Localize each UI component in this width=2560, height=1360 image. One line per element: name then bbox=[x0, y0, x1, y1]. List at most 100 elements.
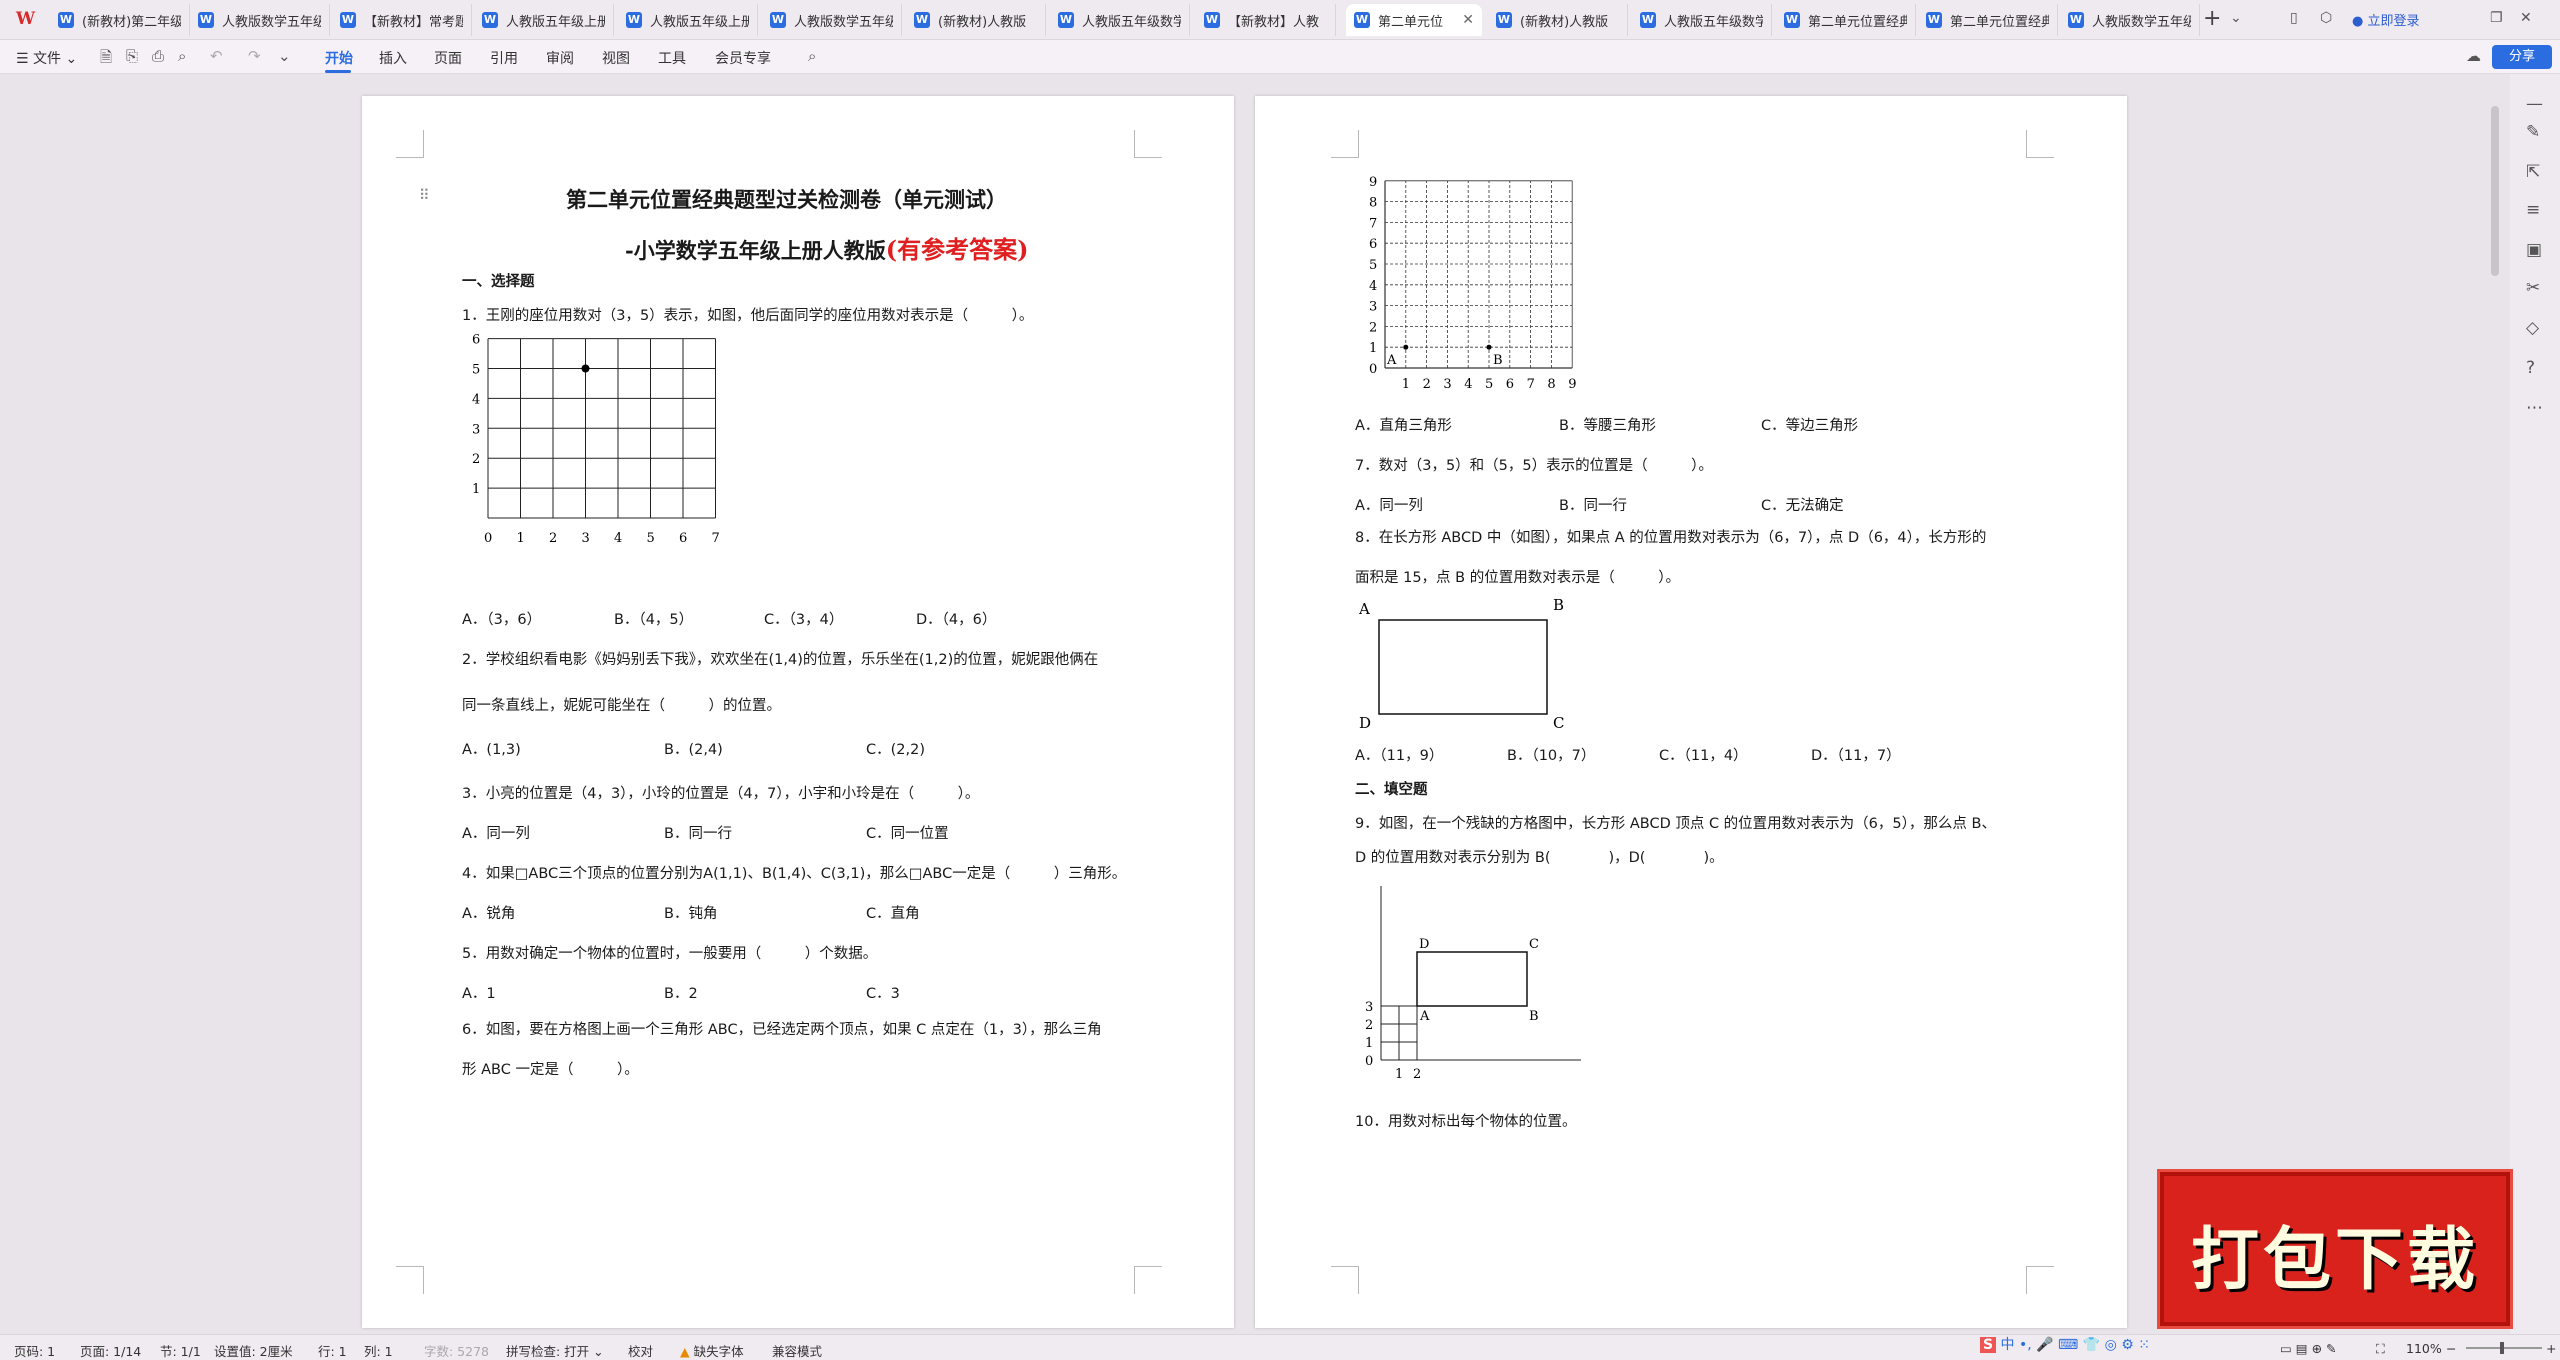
status-words[interactable]: 字数: 5278 bbox=[424, 1341, 489, 1360]
tab-document[interactable]: W (新教材)人教版 bbox=[906, 4, 1046, 36]
tab-label: 人教版数学五年级 bbox=[2092, 14, 2191, 30]
y-tick-label: 1 bbox=[1369, 341, 1377, 356]
y-tick-label: 2 bbox=[1365, 1018, 1373, 1033]
tab-document[interactable]: W 人教版五年级数学 bbox=[1632, 4, 1772, 36]
tab-document[interactable]: W 第二单元位 ✕ bbox=[1346, 4, 1482, 36]
tab-label: 人教版数学五年级 bbox=[222, 14, 321, 30]
option: C．无法确定 bbox=[1761, 498, 1844, 514]
tab-document[interactable]: W 【新教材】常考题 bbox=[332, 4, 472, 36]
menu-member[interactable]: 会员专享 bbox=[715, 48, 771, 68]
download-promo-banner[interactable]: 打包下载 bbox=[2160, 1172, 2510, 1326]
tab-label: 人教版数学五年级 bbox=[794, 14, 893, 30]
missing-font-button[interactable]: ▲ 缺失字体 bbox=[680, 1341, 744, 1360]
x-tick-label: 5 bbox=[647, 531, 655, 546]
status-page[interactable]: 页码: 1 bbox=[14, 1341, 55, 1360]
export-icon[interactable]: ⎘ bbox=[126, 47, 138, 65]
zoom-slider-thumb[interactable] bbox=[2500, 1342, 2504, 1354]
settings-icon[interactable]: ≡ bbox=[2526, 200, 2540, 220]
status-compat[interactable]: 兼容模式 bbox=[772, 1341, 822, 1360]
collapse-icon[interactable]: — bbox=[2526, 94, 2543, 114]
x-tick-label: 1 bbox=[517, 531, 525, 546]
sidebar-toggle-icon[interactable]: ▯ bbox=[2290, 10, 2298, 26]
vertical-scrollbar[interactable] bbox=[2491, 106, 2499, 276]
menu-home[interactable]: 开始 bbox=[325, 48, 353, 68]
file-menu[interactable]: ☰ 文件 ⌄ bbox=[16, 48, 77, 68]
menu-page[interactable]: 页面 bbox=[434, 48, 462, 68]
image-icon[interactable]: ▣ bbox=[2526, 240, 2542, 260]
menu-review[interactable]: 审阅 bbox=[546, 48, 574, 68]
help-icon[interactable]: ? bbox=[2526, 358, 2535, 378]
x-tick-label: 4 bbox=[614, 531, 622, 546]
login-button[interactable]: ● 立即登录 bbox=[2352, 10, 2420, 29]
close-tab-icon[interactable]: ✕ bbox=[1462, 12, 1474, 28]
search-icon[interactable]: ⌕ bbox=[808, 47, 816, 65]
select-icon[interactable]: ⇱ bbox=[2526, 162, 2540, 182]
menu-view[interactable]: 视图 bbox=[602, 48, 630, 68]
menu-insert[interactable]: 插入 bbox=[379, 48, 407, 68]
preview-icon[interactable]: ⌕ bbox=[178, 47, 186, 65]
margin-corner bbox=[1134, 130, 1162, 158]
status-pages[interactable]: 页面: 1/14 bbox=[80, 1341, 141, 1360]
more-icon[interactable]: ⋯ bbox=[2526, 398, 2543, 418]
option: B．（4，5） bbox=[614, 612, 694, 628]
tab-document[interactable]: W 人教版数学五年级 bbox=[2060, 4, 2200, 36]
ime-toolbar[interactable]: S 中 •, 🎤 ⌨ 👕 ◎ ⚙ ⁙ bbox=[1980, 1334, 2260, 1360]
margin-corner bbox=[396, 1266, 424, 1294]
cloud-icon[interactable]: ☁ bbox=[2466, 47, 2481, 65]
word-doc-icon: W bbox=[1354, 12, 1370, 28]
tab-document[interactable]: W 人教版数学五年级 bbox=[190, 4, 330, 36]
new-tab-icon[interactable]: + bbox=[2203, 6, 2221, 31]
option: A．1 bbox=[462, 986, 496, 1002]
tab-document[interactable]: W (新教材)第二年级 bbox=[50, 4, 190, 36]
redo-icon[interactable]: ↷ bbox=[248, 47, 261, 65]
tab-document[interactable]: W 人教版数学五年级 bbox=[762, 4, 902, 36]
save-icon[interactable]: 🗎 bbox=[100, 47, 112, 72]
tab-document[interactable]: W 人教版五年级上册 bbox=[618, 4, 758, 36]
point-b bbox=[1486, 344, 1492, 350]
status-setting[interactable]: 设置值: 2厘米 bbox=[214, 1341, 293, 1360]
tab-document[interactable]: W 第二单元位置经典 bbox=[1776, 4, 1916, 36]
option: B．同一行 bbox=[664, 826, 732, 842]
more-chevron-icon[interactable]: ⌄ bbox=[278, 47, 291, 65]
zoom-slider[interactable] bbox=[2466, 1347, 2542, 1349]
restore-icon[interactable]: ❐ bbox=[2490, 10, 2503, 26]
chevron-down-icon[interactable]: ⌄ bbox=[2230, 10, 2242, 26]
tab-document[interactable]: W 人教版五年级数学 bbox=[1050, 4, 1190, 36]
menu-reference[interactable]: 引用 bbox=[490, 48, 518, 68]
point-label: D bbox=[1419, 937, 1429, 952]
cube-icon[interactable]: ⬡ bbox=[2320, 10, 2332, 26]
status-row[interactable]: 行: 1 bbox=[318, 1341, 347, 1360]
view-mode-icons[interactable]: ▭ ▤ ⊕ ✎ bbox=[2280, 1341, 2337, 1356]
option: C．等边三角形 bbox=[1761, 418, 1859, 434]
fit-icon[interactable]: ⛶ bbox=[2376, 1341, 2385, 1357]
tab-document[interactable]: W (新教材)人教版 bbox=[1488, 4, 1628, 36]
x-tick-label: 2 bbox=[1413, 1067, 1421, 1082]
x-tick-label: 7 bbox=[712, 531, 720, 546]
tab-label: 人教版五年级上册 bbox=[650, 14, 749, 30]
spell-check-toggle[interactable]: 拼写检查: 打开 ⌄ bbox=[506, 1341, 604, 1360]
close-window-icon[interactable]: ✕ bbox=[2520, 10, 2532, 26]
share-button[interactable]: 分享 bbox=[2492, 45, 2552, 69]
status-col[interactable]: 列: 1 bbox=[364, 1341, 393, 1360]
wps-logo-icon[interactable]: W bbox=[16, 9, 38, 31]
pen-icon[interactable]: ✎ bbox=[2526, 122, 2540, 142]
print-icon[interactable]: ⎙ bbox=[152, 47, 164, 65]
menu-tools[interactable]: 工具 bbox=[658, 48, 686, 68]
ribbon-toolbar: ☰ 文件 ⌄ 🗎 ⎘ ⎙ ⌕ ↶ ↷ ⌄ 开始 插入 页面 引用 审阅 视图 工… bbox=[0, 40, 2560, 74]
undo-icon[interactable]: ↶ bbox=[210, 47, 223, 65]
status-section[interactable]: 节: 1/1 bbox=[160, 1341, 201, 1360]
zoom-in-icon[interactable]: + bbox=[2546, 1341, 2556, 1356]
tab-document[interactable]: W 第二单元位置经典 bbox=[1918, 4, 2058, 36]
tools-icon[interactable]: ✂ bbox=[2526, 278, 2540, 298]
tab-label: 【新教材】人教 bbox=[1228, 14, 1320, 30]
status-proof[interactable]: 校对 bbox=[628, 1341, 653, 1360]
subtitle-red: (有参考答案) bbox=[885, 235, 1029, 264]
word-doc-icon: W bbox=[340, 12, 356, 28]
tab-document[interactable]: W 【新教材】人教 bbox=[1196, 4, 1336, 36]
tab-document[interactable]: W 人教版五年级上册 bbox=[474, 4, 614, 36]
y-tick-label: 1 bbox=[472, 482, 480, 497]
zoom-level[interactable]: 110% bbox=[2406, 1341, 2442, 1356]
drag-handle-icon[interactable]: ⠿ bbox=[419, 188, 430, 204]
zoom-out-icon[interactable]: − bbox=[2446, 1341, 2456, 1356]
shape-icon[interactable]: ◇ bbox=[2526, 318, 2539, 338]
